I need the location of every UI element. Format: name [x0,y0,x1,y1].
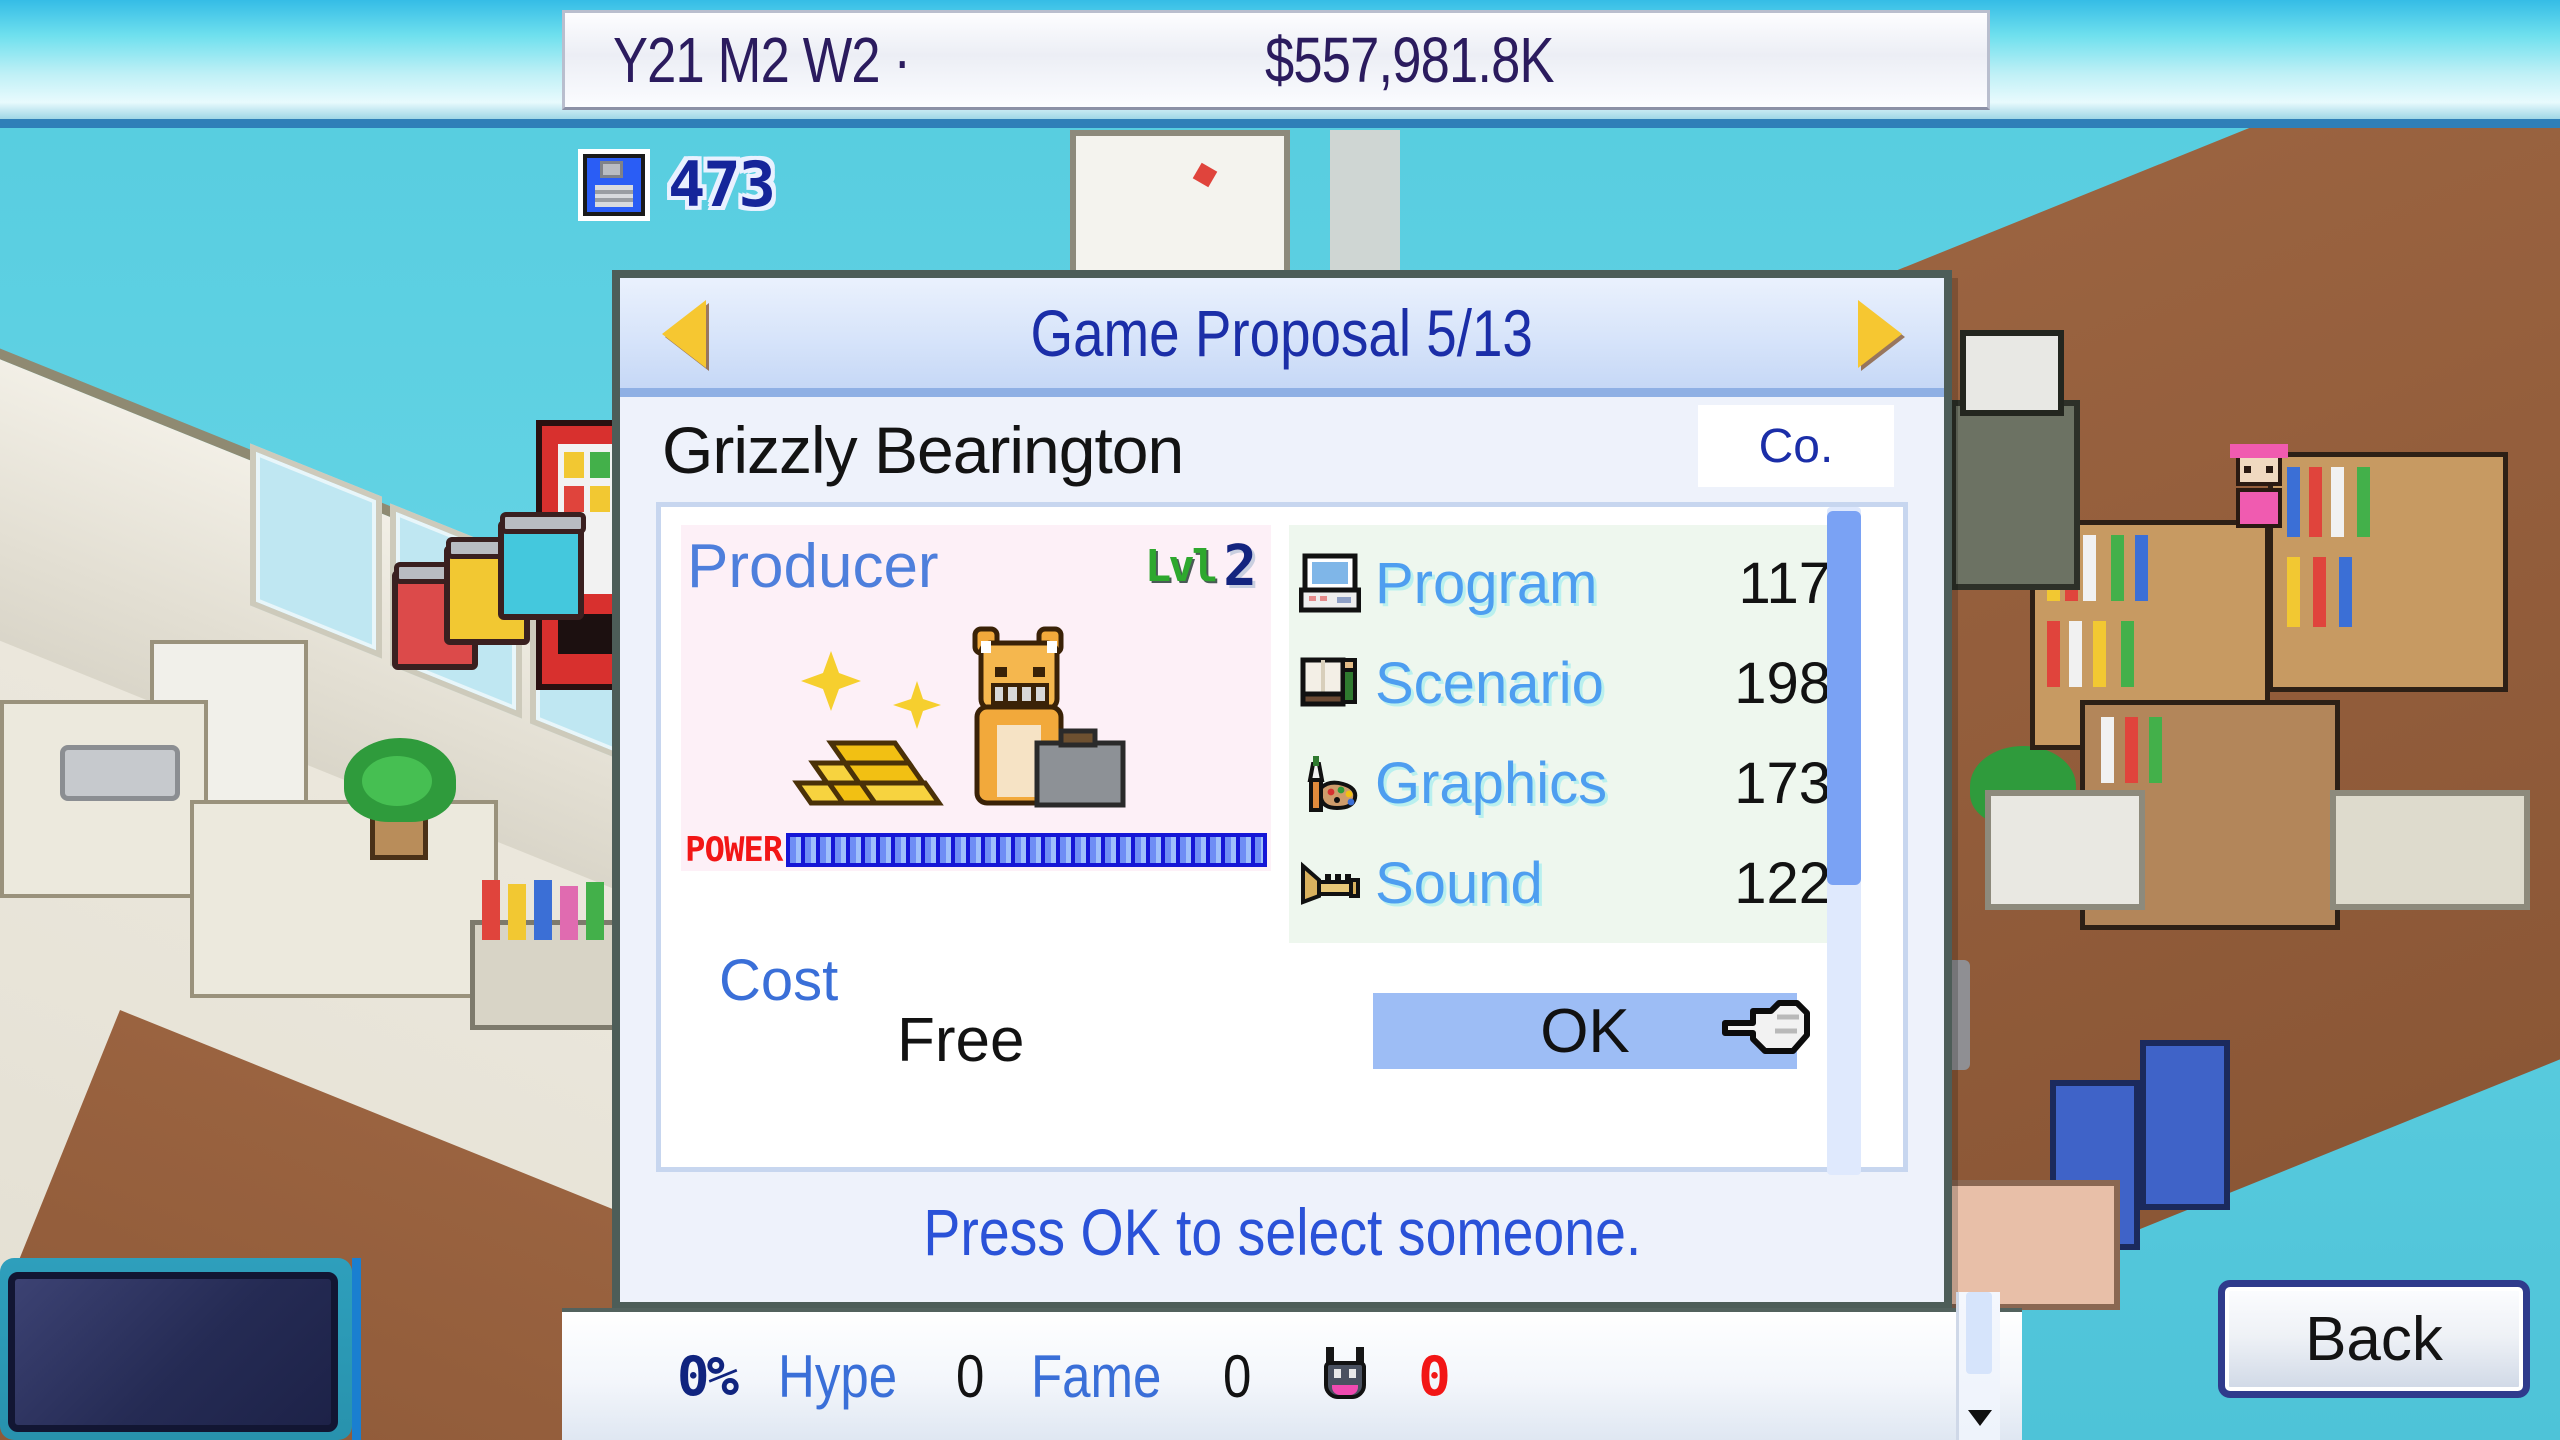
stats-card: Program 117 Scenario 198 Graphics 173 So… [1289,525,1849,943]
left-divider [352,1258,361,1440]
cost-value: Free [897,1006,1025,1075]
printer [1985,790,2145,910]
company-badge[interactable]: Co. [1698,405,1894,487]
bookshelf-2 [2268,452,2508,692]
whiteboard [1070,130,1290,280]
status-panel: Y21 M2 W2 · $557,981.8K [562,10,1990,110]
bin-cyan [498,512,586,620]
chevron-down-icon[interactable] [1968,1410,1992,1426]
fame-value: 0 [1222,1342,1252,1410]
dialog-message: Press OK to select someone. [620,1172,1944,1292]
fame-label: Fame [1031,1342,1162,1410]
back-button[interactable]: Back [2218,1280,2530,1398]
stat-row-program: Program 117 [1298,533,1831,633]
game-date: Y21 M2 W2 · [613,24,911,96]
bear-producer-sprite [681,607,1271,829]
cost-label: Cost [719,948,839,1013]
game-proposal-dialog: Game Proposal 5/13 Grizzly Bearington Co… [612,270,1952,1310]
dialog-message-text: Press OK to select someone. [923,1195,1641,1269]
back-button-label: Back [2305,1304,2443,1374]
bottom-scrollbar-thumb[interactable] [1966,1292,1992,1374]
power-bar [786,833,1267,867]
stat-row-graphics: Graphics 173 [1299,733,1831,833]
dialog-body: Producer Lvl 2 POWER Program 117 Scenari… [656,502,1908,1175]
company-badge-label: Co. [1758,419,1834,473]
bottom-scrollbar[interactable] [1956,1292,2000,1440]
stat-value-graphics: 173 [1734,750,1831,816]
stat-label-sound: Sound [1375,850,1543,916]
stat-label-program: Program [1375,550,1598,616]
cards-row: Producer Lvl 2 POWER Program 117 Scenari… [661,507,1903,943]
book-pencil-icon [1299,652,1361,714]
pointing-hand-cursor [1719,995,1815,1063]
stat-label-scenario: Scenario [1375,650,1604,716]
stat-value-sound: 122 [1734,850,1831,916]
dialog-scrollbar[interactable] [1827,507,1861,1175]
desk-right [2330,790,2530,910]
character-card[interactable]: Producer Lvl 2 POWER [681,525,1271,943]
monitor-right [1960,330,2064,416]
trumpet-icon [1299,852,1361,914]
character-role: Producer [687,531,939,601]
server-blue-2 [2140,1040,2230,1210]
power-label: POWER [685,830,783,870]
chevron-right-icon[interactable] [1858,300,1902,368]
laptop-icon [1298,552,1362,614]
progress-percent: 0% [677,1344,739,1408]
ok-button-label: OK [1540,996,1630,1066]
sink [60,745,180,801]
floppy-disk-icon [578,148,650,221]
palette-brush-icon [1299,752,1361,814]
npc-character [2228,444,2290,540]
message-panel[interactable] [8,1272,338,1432]
proposal-name: Grizzly Bearington [662,412,1184,487]
level-badge: Lvl 2 [1145,534,1257,599]
bug-monster-icon [1316,1347,1374,1401]
bottom-status-bar: 0% Hype 0 Fame 0 0 [562,1308,2022,1440]
stat-label-graphics: Graphics [1375,750,1608,816]
character-header: Producer Lvl 2 [681,525,1271,607]
stat-value-scenario: 198 [1734,650,1831,716]
dialog-scrollbar-thumb[interactable] [1827,511,1861,886]
proposal-name-row: Grizzly Bearington Co. [620,397,1944,502]
plant-left [340,730,460,860]
hype-label: Hype [778,1342,898,1410]
chevron-left-icon[interactable] [662,300,706,368]
cabinet-dark [1950,400,2080,590]
stat-row-sound: Sound 122 [1299,833,1831,933]
power-meter: POWER [681,829,1271,871]
top-status-bar: Y21 M2 W2 · $557,981.8K [0,0,2560,128]
level-value: 2 [1223,533,1257,599]
dialog-title: Game Proposal 5/13 [1030,296,1534,370]
stat-value-program: 117 [1738,550,1831,616]
dialog-header: Game Proposal 5/13 [620,278,1944,397]
level-tag: Lvl [1144,540,1219,592]
save-indicator: 473 [578,148,776,221]
cost-row: Cost Free OK [661,943,1903,1123]
money-amount: $557,981.8K [1265,24,1554,96]
bug-count: 0 [1418,1344,1451,1408]
hype-value: 0 [956,1342,985,1410]
stat-row-scenario: Scenario 198 [1299,633,1831,733]
sofa-right [1930,1180,2120,1310]
save-count: 473 [668,148,776,221]
